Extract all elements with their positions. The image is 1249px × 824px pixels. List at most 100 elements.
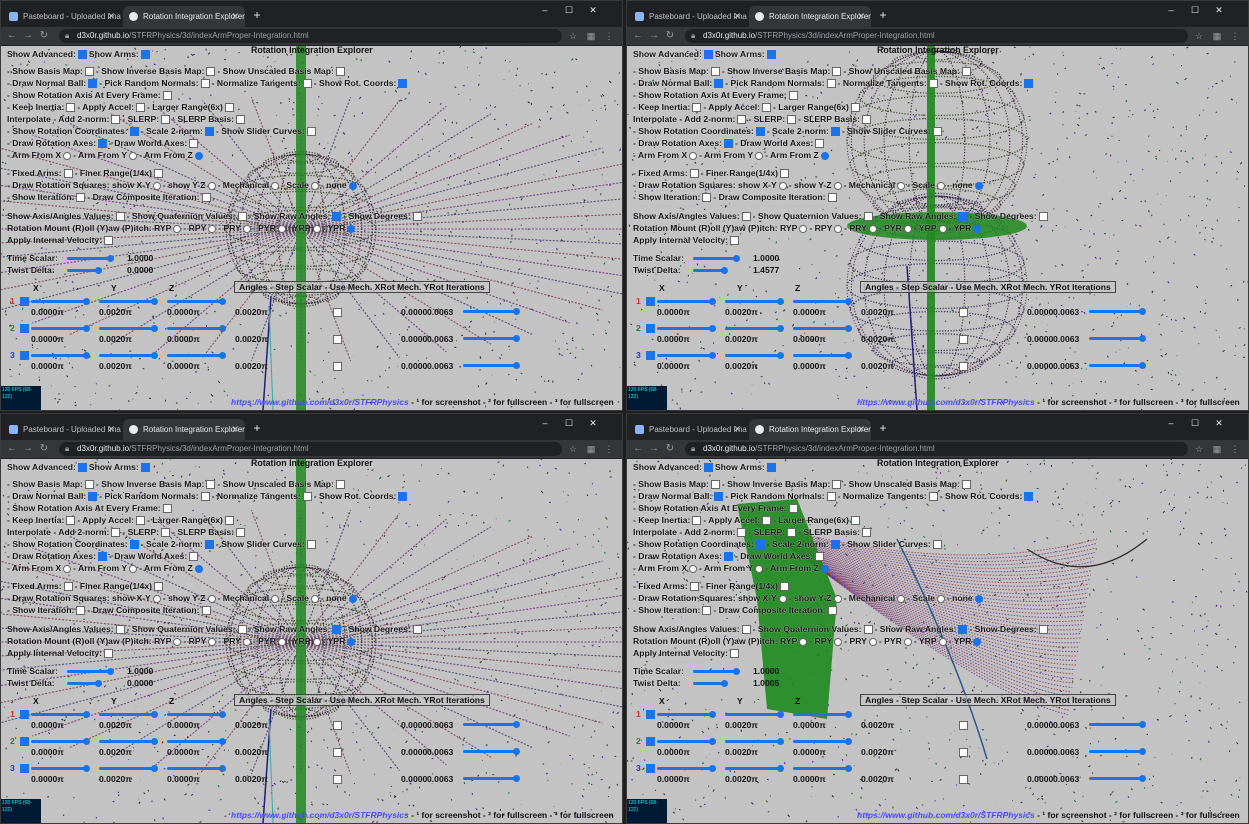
keep-inertia-checkbox[interactable] (66, 103, 76, 113)
angle-slider[interactable] (793, 765, 852, 772)
none-radio[interactable] (348, 594, 357, 603)
show-iteration-checkbox[interactable] (76, 606, 86, 616)
close-tab-icon[interactable]: ✕ (231, 419, 239, 440)
show-slider-curves-checkbox[interactable] (932, 127, 942, 137)
apply-accel-checkbox[interactable] (761, 516, 771, 526)
fixed-arms-checkbox[interactable] (689, 582, 699, 592)
scale-2-norm-checkbox[interactable] (204, 127, 214, 137)
show-x-y-radio[interactable] (152, 594, 161, 603)
show-raw-angles-checkbox[interactable] (958, 625, 968, 635)
close-tab-icon[interactable]: ✕ (733, 419, 741, 440)
show-axis-angles-checkbox[interactable] (741, 625, 751, 635)
pick-random-normals-checkbox[interactable] (200, 79, 210, 89)
maximize-button[interactable]: ☐ (1184, 416, 1206, 430)
row-enable-checkbox[interactable] (646, 764, 655, 773)
minimize-button[interactable]: – (1160, 416, 1182, 430)
show-x-y-radio[interactable] (152, 181, 161, 190)
tab-pasteboard[interactable]: Pasteboard - Uploaded Image ✕ (3, 419, 121, 440)
use-mech-checkbox[interactable] (333, 308, 342, 317)
show-quaternion-checkbox[interactable] (237, 212, 247, 222)
use-mech-checkbox[interactable] (959, 748, 968, 757)
ryp-radio[interactable] (173, 224, 182, 233)
twist-delta-slider[interactable] (67, 680, 102, 687)
apply-internal-velocity-checkbox[interactable] (104, 649, 114, 659)
close-tab-icon[interactable]: ✕ (857, 419, 865, 440)
angle-slider[interactable] (167, 711, 226, 718)
row-enable-checkbox[interactable] (20, 351, 29, 360)
slerp-checkbox[interactable] (161, 528, 171, 538)
tab-pasteboard[interactable]: Pasteboard - Uploaded Image ✕ (629, 6, 747, 27)
show-quaternion-checkbox[interactable] (863, 625, 873, 635)
iterations-slider[interactable] (1089, 721, 1146, 728)
apply-internal-velocity-checkbox[interactable] (730, 649, 740, 659)
arm-from-x-radio[interactable] (63, 564, 72, 573)
extension-icon[interactable]: ▦ (1210, 29, 1224, 43)
show-arms-checkbox[interactable] (140, 50, 150, 60)
larger-range-checkbox[interactable] (850, 516, 860, 526)
angle-slider[interactable] (657, 298, 716, 305)
normalize-tangents-checkbox[interactable] (302, 492, 312, 502)
back-arrow-icon[interactable]: ← (5, 442, 19, 456)
draw-normal-ball-checkbox[interactable] (88, 492, 98, 502)
angle-slider[interactable] (725, 765, 784, 772)
show-raw-angles-checkbox[interactable] (332, 625, 342, 635)
twist-delta-slider[interactable] (693, 680, 728, 687)
apply-accel-checkbox[interactable] (135, 516, 145, 526)
keep-inertia-checkbox[interactable] (66, 516, 76, 526)
draw-composite-iteration-checkbox[interactable] (201, 606, 211, 616)
yrp-radio[interactable] (938, 637, 947, 646)
normalize-tangents-checkbox[interactable] (928, 79, 938, 89)
pry-radio[interactable] (242, 637, 251, 646)
normalize-tangents-checkbox[interactable] (302, 79, 312, 89)
close-tab-icon[interactable]: ✕ (107, 6, 115, 27)
rpy-radio[interactable] (834, 637, 843, 646)
tab-rotation-explorer[interactable]: Rotation Integration Explorer ✕ (749, 419, 871, 440)
row-enable-checkbox[interactable] (646, 710, 655, 719)
extension-icon[interactable]: ▦ (584, 442, 598, 456)
show-axis-angles-checkbox[interactable] (115, 212, 125, 222)
github-link[interactable]: https://www.github.com/d3x0r/STFRPhysics (231, 810, 409, 820)
iterations-slider[interactable] (1089, 775, 1146, 782)
show-unscaled-basis-map-checkbox[interactable] (961, 480, 971, 490)
row-enable-checkbox[interactable] (646, 737, 655, 746)
star-icon[interactable]: ☆ (566, 442, 580, 456)
angle-slider[interactable] (31, 325, 90, 332)
ypr-radio[interactable] (347, 637, 356, 646)
slerp-basis-checkbox[interactable] (862, 528, 872, 538)
star-icon[interactable]: ☆ (566, 29, 580, 43)
draw-normal-ball-checkbox[interactable] (714, 492, 724, 502)
star-icon[interactable]: ☆ (1192, 29, 1206, 43)
angle-slider[interactable] (167, 765, 226, 772)
mechanical-radio[interactable] (271, 594, 280, 603)
show-unscaled-basis-map-checkbox[interactable] (335, 480, 345, 490)
angle-slider[interactable] (657, 325, 716, 332)
scale-radio[interactable] (310, 181, 319, 190)
draw-composite-iteration-checkbox[interactable] (827, 606, 837, 616)
slerp-basis-checkbox[interactable] (862, 115, 872, 125)
pyr-radio[interactable] (277, 637, 286, 646)
slerp-checkbox[interactable] (161, 115, 171, 125)
forward-arrow-icon[interactable]: → (647, 442, 661, 456)
reload-icon[interactable]: ↻ (37, 442, 51, 456)
angle-slider[interactable] (31, 738, 90, 745)
minimize-button[interactable]: – (1160, 3, 1182, 17)
none-radio[interactable] (974, 181, 983, 190)
scale-radio[interactable] (936, 181, 945, 190)
show-slider-curves-checkbox[interactable] (306, 540, 316, 550)
angle-slider[interactable] (725, 352, 784, 359)
arm-from-y-radio[interactable] (755, 151, 764, 160)
iterations-slider[interactable] (1089, 362, 1146, 369)
show-basis-map-checkbox[interactable] (84, 480, 94, 490)
row-enable-checkbox[interactable] (646, 297, 655, 306)
iterations-slider[interactable] (1089, 335, 1146, 342)
github-link[interactable]: https://www.github.com/d3x0r/STFRPhysics (857, 397, 1035, 407)
none-radio[interactable] (348, 181, 357, 190)
angle-slider[interactable] (31, 711, 90, 718)
add-2-norm-checkbox[interactable] (737, 115, 747, 125)
tab-pasteboard[interactable]: Pasteboard - Uploaded Image ✕ (3, 6, 121, 27)
pry-radio[interactable] (868, 224, 877, 233)
add-2-norm-checkbox[interactable] (737, 528, 747, 538)
draw-normal-ball-checkbox[interactable] (88, 79, 98, 89)
new-tab-button[interactable]: + (249, 419, 265, 437)
show-x-y-radio[interactable] (778, 181, 787, 190)
